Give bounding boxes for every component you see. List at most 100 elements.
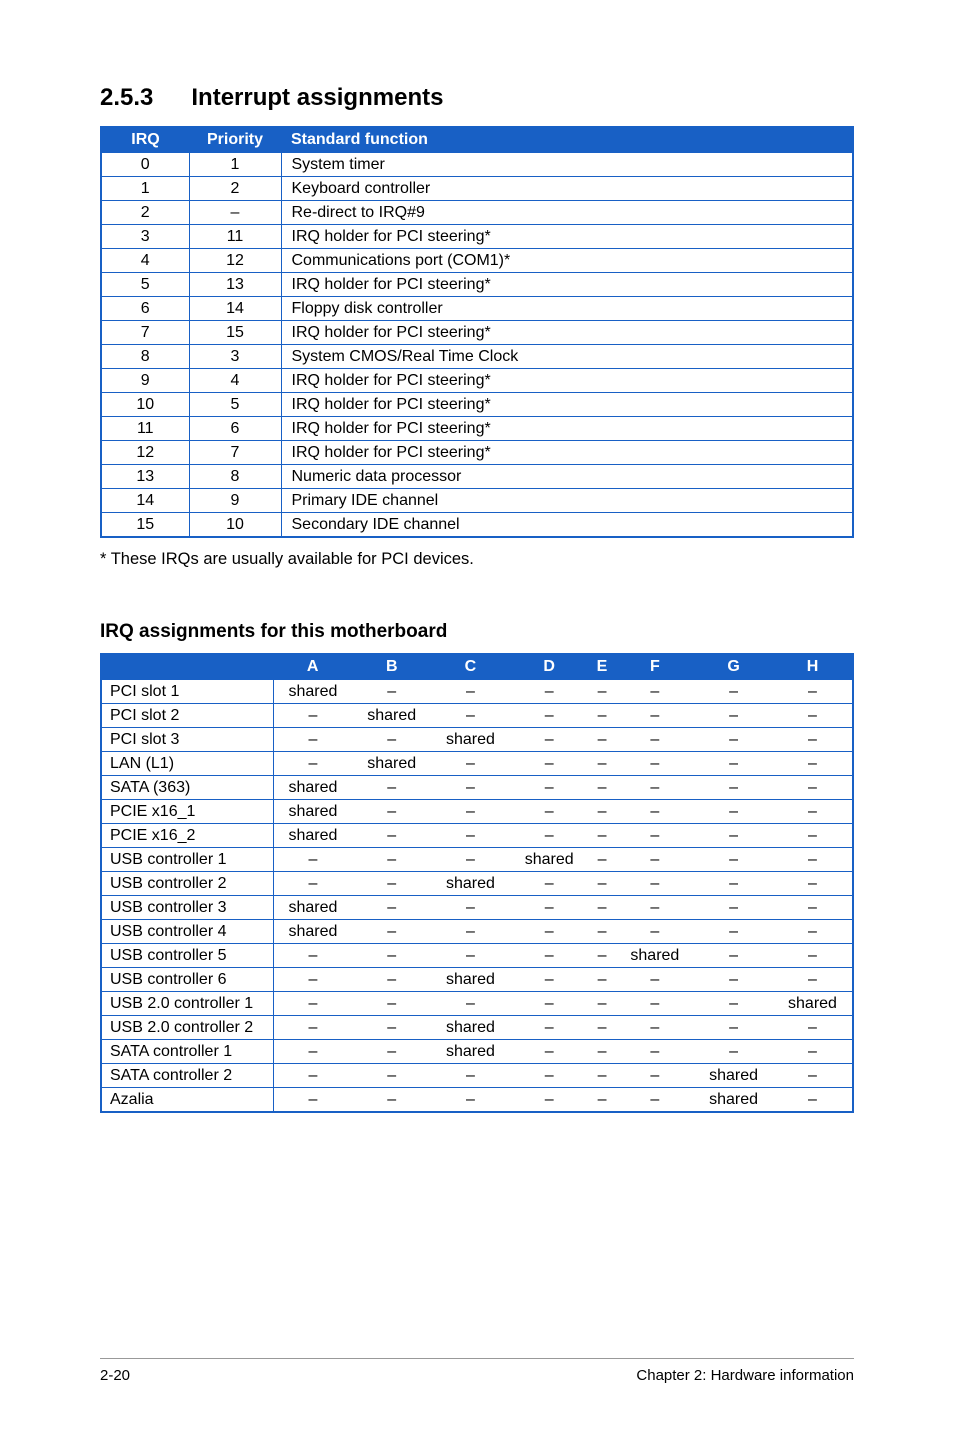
row-label: SATA controller 1 bbox=[101, 1040, 273, 1064]
table-cell: Secondary IDE channel bbox=[281, 513, 853, 538]
table-row: 2–Re-direct to IRQ#9 bbox=[101, 201, 853, 225]
table-cell: – bbox=[616, 752, 695, 776]
table-cell: – bbox=[431, 704, 510, 728]
table-cell: – bbox=[273, 728, 352, 752]
table-cell: – bbox=[589, 944, 616, 968]
table-cell: – bbox=[589, 680, 616, 704]
table-cell: – bbox=[273, 968, 352, 992]
table-cell: – bbox=[189, 201, 281, 225]
table-cell: – bbox=[510, 680, 589, 704]
table-row: PCI slot 1shared––––––– bbox=[101, 680, 853, 704]
table-row: 94IRQ holder for PCI steering* bbox=[101, 369, 853, 393]
table-cell: – bbox=[431, 680, 510, 704]
row-label: USB controller 6 bbox=[101, 968, 273, 992]
table-row: PCIE x16_2shared––––––– bbox=[101, 824, 853, 848]
table-cell: – bbox=[773, 1064, 853, 1088]
table-cell: – bbox=[431, 800, 510, 824]
table-cell: 7 bbox=[101, 321, 189, 345]
table-cell: – bbox=[510, 1040, 589, 1064]
table-cell: – bbox=[694, 848, 773, 872]
table-cell: – bbox=[616, 968, 695, 992]
table-cell: – bbox=[589, 752, 616, 776]
table-cell: – bbox=[431, 1064, 510, 1088]
table-cell: shared bbox=[352, 704, 431, 728]
table-cell: IRQ holder for PCI steering* bbox=[281, 273, 853, 297]
table-row: 116IRQ holder for PCI steering* bbox=[101, 417, 853, 441]
table-cell: – bbox=[273, 1040, 352, 1064]
table-cell: 10 bbox=[101, 393, 189, 417]
table-cell: – bbox=[589, 992, 616, 1016]
table-cell: IRQ holder for PCI steering* bbox=[281, 393, 853, 417]
table-cell: 6 bbox=[101, 297, 189, 321]
table-cell: 10 bbox=[189, 513, 281, 538]
table-cell: – bbox=[616, 848, 695, 872]
table-cell: – bbox=[589, 872, 616, 896]
irq-header-func: Standard function bbox=[281, 127, 853, 153]
table-cell: – bbox=[616, 680, 695, 704]
table-cell: – bbox=[510, 1016, 589, 1040]
table-cell: – bbox=[352, 992, 431, 1016]
table-cell: – bbox=[431, 776, 510, 800]
table-cell: IRQ holder for PCI steering* bbox=[281, 369, 853, 393]
table-cell: shared bbox=[510, 848, 589, 872]
table-cell: shared bbox=[431, 728, 510, 752]
table-cell: – bbox=[273, 1016, 352, 1040]
row-label: PCIE x16_2 bbox=[101, 824, 273, 848]
assign-header-cell: F bbox=[616, 654, 695, 680]
irq-header-irq: IRQ bbox=[101, 127, 189, 153]
table-cell: – bbox=[589, 1064, 616, 1088]
table-row: Azalia––––––shared– bbox=[101, 1088, 853, 1113]
assign-header-cell: A bbox=[273, 654, 352, 680]
table-cell: – bbox=[694, 680, 773, 704]
table-cell: 1 bbox=[189, 153, 281, 177]
table-cell: 13 bbox=[189, 273, 281, 297]
assign-header-cell: E bbox=[589, 654, 616, 680]
table-cell: IRQ holder for PCI steering* bbox=[281, 417, 853, 441]
table-cell: – bbox=[589, 1040, 616, 1064]
table-cell: System CMOS/Real Time Clock bbox=[281, 345, 853, 369]
table-cell: 3 bbox=[189, 345, 281, 369]
table-row: 12Keyboard controller bbox=[101, 177, 853, 201]
table-cell: – bbox=[589, 1088, 616, 1113]
row-label: SATA (363) bbox=[101, 776, 273, 800]
table-row: 105IRQ holder for PCI steering* bbox=[101, 393, 853, 417]
table-cell: Keyboard controller bbox=[281, 177, 853, 201]
assign-header-cell: D bbox=[510, 654, 589, 680]
table-cell: – bbox=[616, 992, 695, 1016]
table-row: 149Primary IDE channel bbox=[101, 489, 853, 513]
table-cell: – bbox=[352, 896, 431, 920]
table-cell: – bbox=[352, 776, 431, 800]
table-cell: shared bbox=[431, 1016, 510, 1040]
table-cell: – bbox=[510, 992, 589, 1016]
table-cell: – bbox=[510, 824, 589, 848]
table-cell: – bbox=[352, 920, 431, 944]
table-cell: – bbox=[273, 992, 352, 1016]
row-label: USB controller 3 bbox=[101, 896, 273, 920]
table-cell: 11 bbox=[101, 417, 189, 441]
table-cell: – bbox=[616, 776, 695, 800]
table-cell: – bbox=[273, 1088, 352, 1113]
table-row: SATA (363)shared––––––– bbox=[101, 776, 853, 800]
table-cell: – bbox=[510, 872, 589, 896]
table-cell: – bbox=[694, 800, 773, 824]
table-cell: – bbox=[773, 848, 853, 872]
table-cell: – bbox=[273, 944, 352, 968]
table-cell: – bbox=[431, 896, 510, 920]
table-cell: – bbox=[694, 920, 773, 944]
table-cell: – bbox=[352, 824, 431, 848]
table-cell: – bbox=[773, 776, 853, 800]
table-cell: – bbox=[773, 920, 853, 944]
table-cell: – bbox=[773, 728, 853, 752]
table-cell: – bbox=[616, 1040, 695, 1064]
table-cell: – bbox=[694, 728, 773, 752]
table-cell: – bbox=[431, 848, 510, 872]
table-row: PCI slot 3––shared––––– bbox=[101, 728, 853, 752]
row-label: Azalia bbox=[101, 1088, 273, 1113]
table-cell: – bbox=[694, 968, 773, 992]
table-cell: – bbox=[694, 872, 773, 896]
table-cell: 3 bbox=[101, 225, 189, 249]
table-cell: 14 bbox=[189, 297, 281, 321]
table-cell: – bbox=[431, 1088, 510, 1113]
table-cell: – bbox=[773, 944, 853, 968]
table-row: USB 2.0 controller 2––shared––––– bbox=[101, 1016, 853, 1040]
